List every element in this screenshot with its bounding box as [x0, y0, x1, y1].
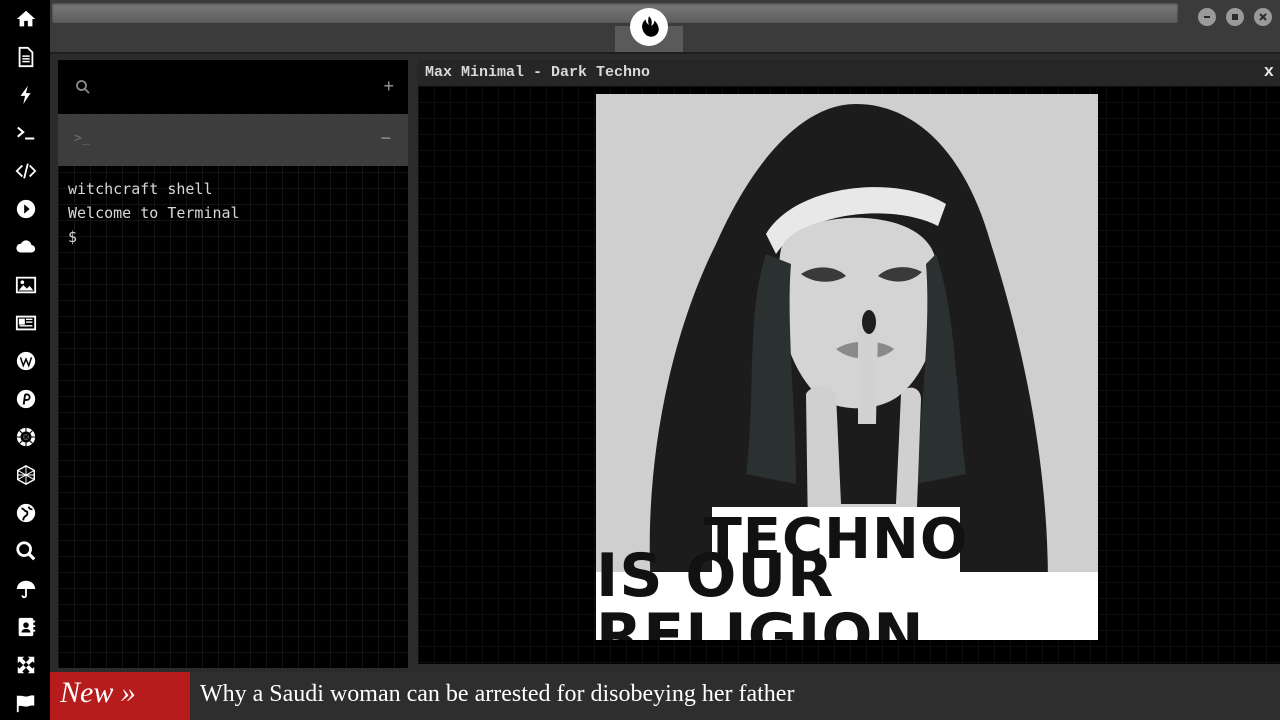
- contact-book-icon[interactable]: [12, 613, 40, 641]
- terminal-line: witchcraft shell: [68, 180, 213, 198]
- rebel-alliance-logo-icon[interactable]: [630, 8, 668, 46]
- terminal-tab[interactable]: >_ −: [58, 114, 408, 166]
- empire-icon[interactable]: [12, 423, 40, 451]
- ticker-headline[interactable]: Why a Saudi woman can be arrested for di…: [200, 681, 794, 708]
- player-close-button[interactable]: x: [1264, 63, 1274, 82]
- terminal-output[interactable]: witchcraft shell Welcome to Terminal $: [68, 177, 240, 249]
- search-icon[interactable]: [12, 537, 40, 565]
- newspaper-icon[interactable]: [12, 309, 40, 337]
- poster-text-line-2: IS OUR RELIGION: [596, 546, 1098, 640]
- top-bar: [50, 0, 1280, 54]
- search-icon: [76, 80, 90, 94]
- video-area[interactable]: TECHNO IS OUR RELIGION: [418, 86, 1280, 664]
- new-badge: New »: [50, 672, 190, 720]
- sphere-icon[interactable]: [12, 461, 40, 489]
- flag-icon[interactable]: [12, 689, 40, 717]
- wordpress-icon[interactable]: [12, 347, 40, 375]
- add-terminal-button[interactable]: +: [383, 76, 394, 97]
- prompt-icon: >_: [74, 131, 90, 146]
- video-frame-poster: TECHNO IS OUR RELIGION: [596, 94, 1098, 640]
- minimize-icon[interactable]: [1198, 8, 1216, 26]
- lightning-icon[interactable]: [12, 81, 40, 109]
- terminal-search-bar[interactable]: +: [58, 60, 408, 113]
- terminal-line: Welcome to Terminal: [68, 204, 240, 222]
- image-icon[interactable]: [12, 271, 40, 299]
- document-icon[interactable]: [12, 43, 40, 71]
- terminal-prompt[interactable]: $: [68, 225, 240, 249]
- play-icon[interactable]: [12, 195, 40, 223]
- address-bar[interactable]: [52, 3, 1178, 23]
- terminal-icon[interactable]: [12, 119, 40, 147]
- umbrella-icon[interactable]: [12, 575, 40, 603]
- expand-icon[interactable]: [12, 651, 40, 679]
- globe-icon[interactable]: [12, 499, 40, 527]
- player-title-bar[interactable]: Max Minimal - Dark Techno x: [418, 60, 1280, 86]
- home-icon[interactable]: [12, 5, 40, 33]
- cloud-icon[interactable]: [12, 233, 40, 261]
- maximize-icon[interactable]: [1226, 8, 1244, 26]
- media-player-window: Max Minimal - Dark Techno x TECHNO IS OU…: [418, 60, 1280, 664]
- player-title: Max Minimal - Dark Techno: [425, 64, 651, 81]
- code-icon[interactable]: [12, 157, 40, 185]
- news-ticker: New » Why a Saudi woman can be arrested …: [50, 672, 1280, 720]
- sidebar: [0, 0, 50, 720]
- terminal-panel: + >_ − witchcraft shell Welcome to Termi…: [58, 60, 408, 668]
- pinterest-icon[interactable]: [12, 385, 40, 413]
- collapse-terminal-button[interactable]: −: [380, 128, 391, 149]
- close-icon[interactable]: [1254, 8, 1272, 26]
